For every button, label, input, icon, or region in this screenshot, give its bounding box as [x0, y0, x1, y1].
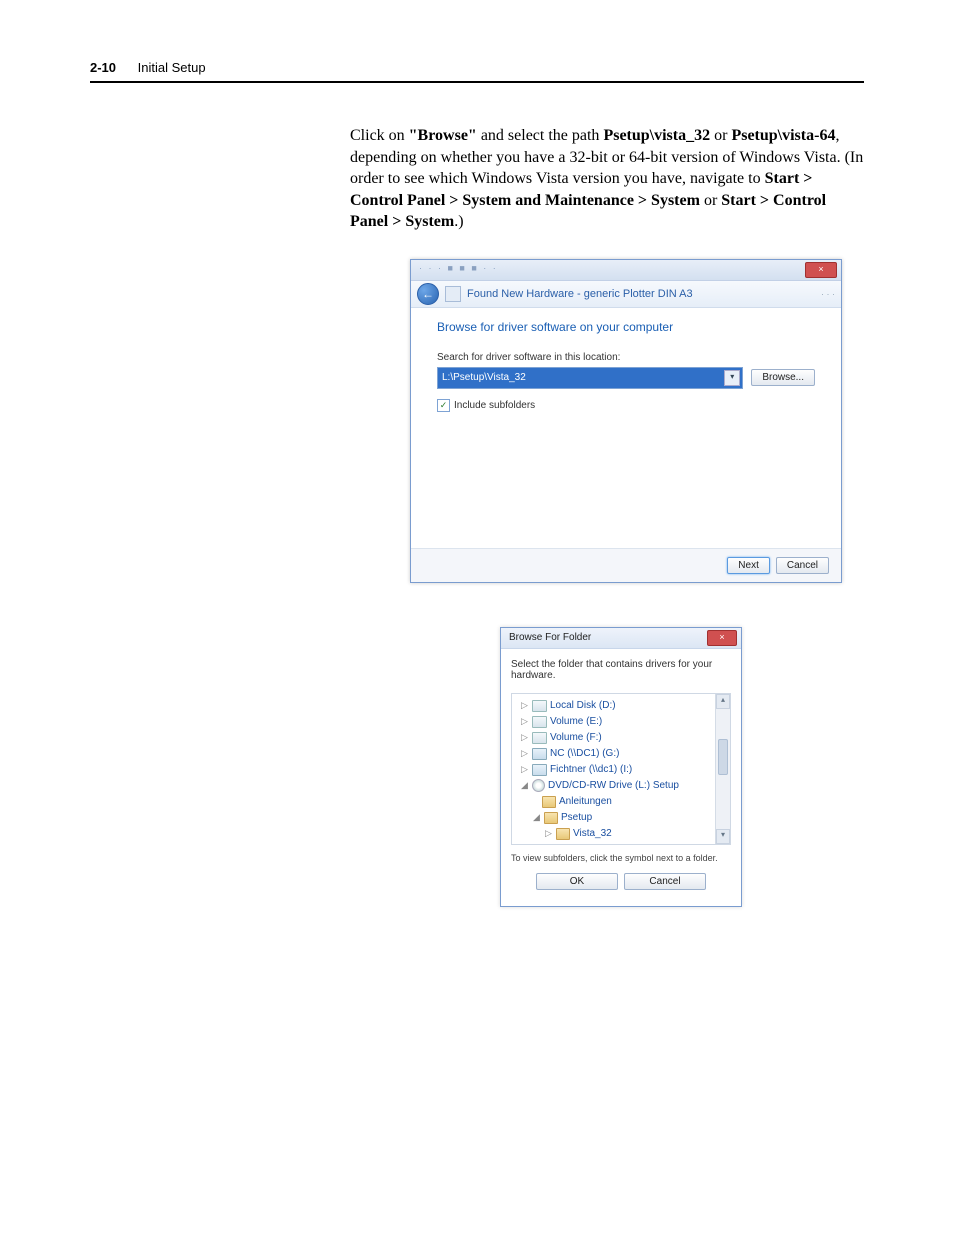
- checkbox-icon[interactable]: ✓: [437, 399, 450, 412]
- text: or: [700, 192, 721, 209]
- window-found-new-hardware: · · · ■ ■ ■ · · × ← Found New Hardware -…: [410, 259, 842, 583]
- tree-item-volume-e[interactable]: ▷ Volume (E:): [514, 714, 728, 730]
- tree-item-psetup[interactable]: ◢ Psetup: [514, 810, 728, 826]
- include-subfolders-row[interactable]: ✓ Include subfolders: [437, 399, 815, 412]
- back-button[interactable]: ←: [417, 283, 439, 305]
- folder-icon: [556, 828, 570, 840]
- cancel-button[interactable]: Cancel: [624, 873, 706, 890]
- window-title: Browse For Folder: [509, 632, 591, 643]
- wizard-icon: [445, 286, 461, 302]
- drive-icon: [532, 732, 547, 744]
- page-number: 2-10: [90, 60, 116, 75]
- tree-label: Fichtner (\\dc1) (I:): [550, 764, 632, 775]
- folder-icon: [544, 812, 558, 824]
- drive-icon: [532, 700, 547, 712]
- expander-icon[interactable]: ▷: [544, 828, 553, 839]
- close-button[interactable]: ×: [707, 630, 737, 646]
- titlebar: · · · ■ ■ ■ · · ×: [411, 260, 841, 281]
- next-button[interactable]: Next: [727, 557, 770, 574]
- tree-item-anleitungen[interactable]: Anleitungen: [514, 794, 728, 810]
- tree-item-vista32[interactable]: ▷ Vista_32: [514, 826, 728, 842]
- dropdown-icon[interactable]: ▾: [724, 370, 740, 386]
- scroll-down-icon[interactable]: ▾: [716, 829, 730, 844]
- tree-item-vista64[interactable]: ▷ Vista_64: [514, 842, 728, 845]
- text: or: [710, 127, 731, 144]
- tree-label: Vista_32: [573, 828, 612, 839]
- expander-icon[interactable]: ◢: [532, 812, 541, 823]
- expander-icon[interactable]: ▷: [544, 844, 553, 845]
- expander-icon[interactable]: ▷: [520, 748, 529, 759]
- scroll-thumb[interactable]: [718, 739, 728, 775]
- cancel-button[interactable]: Cancel: [776, 557, 829, 574]
- window-body: Select the folder that contains drivers …: [501, 649, 741, 906]
- window-title: Found New Hardware - generic Plotter DIN…: [467, 288, 693, 300]
- tree-item-fichtner-i[interactable]: ▷ Fichtner (\\dc1) (I:): [514, 762, 728, 778]
- tree-item-nc-g[interactable]: ▷ NC (\\DC1) (G:): [514, 746, 728, 762]
- ok-button[interactable]: OK: [536, 873, 618, 890]
- network-drive-icon: [532, 764, 547, 776]
- body-paragraph: Click on "Browse" and select the path Ps…: [350, 125, 864, 233]
- include-subfolders-label: Include subfolders: [454, 400, 535, 411]
- scrollbar[interactable]: ▴ ▾: [715, 694, 730, 844]
- expander-icon[interactable]: ▷: [520, 764, 529, 775]
- dialog-message: Select the folder that contains drivers …: [511, 659, 731, 681]
- scroll-up-icon[interactable]: ▴: [716, 694, 730, 709]
- text: and select the path: [477, 127, 604, 144]
- expander-icon[interactable]: ▷: [520, 700, 529, 711]
- nav-bar: ← Found New Hardware - generic Plotter D…: [411, 281, 841, 308]
- tree-label: Psetup: [561, 812, 592, 823]
- window-browse-for-folder: Browse For Folder × Select the folder th…: [500, 627, 742, 907]
- drive-icon: [532, 716, 547, 728]
- folder-icon: [556, 844, 570, 845]
- path-combobox[interactable]: L:\Psetup\Vista_32 ▾: [437, 367, 743, 389]
- disc-icon: [532, 779, 545, 792]
- figure-browse-for-folder: Browse For Folder × Select the folder th…: [500, 627, 864, 907]
- tree-label: Volume (E:): [550, 716, 602, 727]
- window-footer: Next Cancel: [411, 548, 841, 582]
- titlebar-decoration: · · · ■ ■ ■ · ·: [419, 263, 498, 273]
- dialog-buttons: OK Cancel: [511, 873, 731, 900]
- browse-button[interactable]: Browse...: [751, 369, 815, 386]
- page-header: 2-10 Initial Setup: [90, 60, 864, 83]
- text-bold: "Browse": [409, 127, 477, 144]
- hint-text: To view subfolders, click the symbol nex…: [511, 853, 731, 863]
- text: .): [454, 213, 463, 230]
- tree-label: Vista_64: [573, 844, 612, 845]
- tree-item-volume-f[interactable]: ▷ Volume (F:): [514, 730, 728, 746]
- tree-label: Volume (F:): [550, 732, 602, 743]
- page-heading: Browse for driver software on your compu…: [437, 320, 815, 334]
- expander-icon[interactable]: ▷: [520, 716, 529, 727]
- tree-label: Anleitungen: [559, 796, 612, 807]
- path-value: L:\Psetup\Vista_32: [442, 372, 526, 383]
- network-drive-icon: [532, 748, 547, 760]
- text-bold: Psetup\vista-64: [731, 127, 835, 144]
- expander-icon[interactable]: ◢: [520, 780, 529, 791]
- titlebar-trail: · · ·: [821, 289, 835, 299]
- folder-icon: [542, 796, 556, 808]
- tree-label: Local Disk (D:): [550, 700, 616, 711]
- expander-icon[interactable]: ▷: [520, 732, 529, 743]
- search-label: Search for driver software in this locat…: [437, 352, 815, 363]
- window-body: Browse for driver software on your compu…: [411, 308, 841, 548]
- tree-label: NC (\\DC1) (G:): [550, 748, 619, 759]
- titlebar: Browse For Folder ×: [501, 628, 741, 649]
- text: Click on: [350, 127, 409, 144]
- tree-label: DVD/CD-RW Drive (L:) Setup: [548, 780, 679, 791]
- section-title: Initial Setup: [138, 60, 206, 75]
- tree-item-local-disk-d[interactable]: ▷ Local Disk (D:): [514, 698, 728, 714]
- close-button[interactable]: ×: [805, 262, 837, 278]
- folder-tree[interactable]: ▴ ▾ ▷ Local Disk (D:) ▷ Volume (E:): [511, 693, 731, 845]
- figure-found-new-hardware: · · · ■ ■ ■ · · × ← Found New Hardware -…: [410, 259, 864, 583]
- tree-item-dvd-l[interactable]: ◢ DVD/CD-RW Drive (L:) Setup: [514, 778, 728, 794]
- text-bold: Psetup\vista_32: [603, 127, 710, 144]
